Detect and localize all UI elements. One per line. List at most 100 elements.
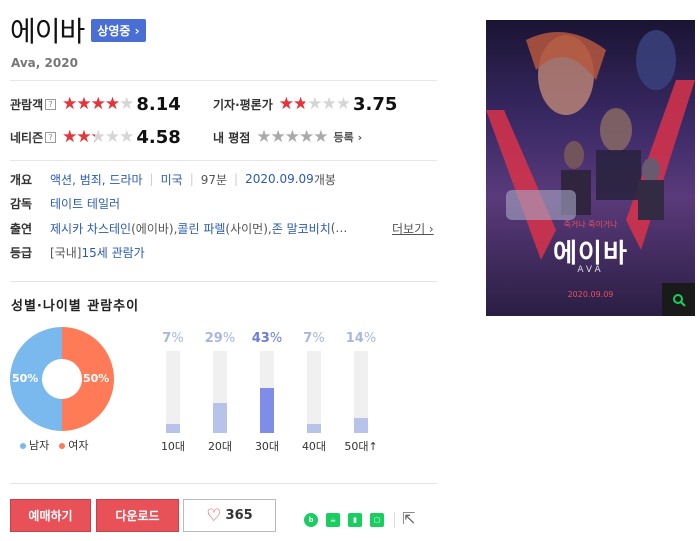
divider <box>10 80 437 81</box>
age-column: 43% 30대 <box>247 331 287 454</box>
director-row: 감독 테이트 테일러 <box>10 194 120 212</box>
release-suffix: 개봉 <box>313 172 336 187</box>
blog-icon[interactable]: b <box>304 513 318 527</box>
age-bar-track <box>354 351 368 433</box>
critic-rating: 기자·평론가 ★★★★★★★★★★ 3.75 <box>213 93 397 115</box>
critic-stars: ★★★★★★★★★★ <box>278 93 351 114</box>
gender-donut-chart: 50% 50% <box>10 327 114 431</box>
female-percent: 50% <box>83 372 110 385</box>
cast-row: 출연 제시카 차스테인 (에이바), 콜린 파렐 (사이먼), 존 말코비치 (… <box>10 219 347 237</box>
register-rating-link[interactable]: 등록 › <box>334 129 363 145</box>
like-count: 365 <box>225 508 253 523</box>
director-label: 감독 <box>10 196 33 211</box>
original-title: Ava, 2020 <box>11 56 78 70</box>
age-label: 50대↑ <box>344 440 378 453</box>
summary-label: 개요 <box>10 172 33 187</box>
release-date-link[interactable]: 2020.09.09 <box>245 172 314 186</box>
age-percent: 43% <box>251 331 283 346</box>
netizen-stars: ★★★★★★★★★★ <box>62 126 134 147</box>
age-percent: 14% <box>345 331 377 346</box>
my-rating-stars[interactable]: ★★★★★ <box>256 128 328 146</box>
age-bar-track <box>213 351 227 433</box>
male-label: 남자 <box>29 439 50 452</box>
divider <box>10 281 437 282</box>
age-percent: 7% <box>162 331 184 346</box>
critic-score: 3.75 <box>352 93 398 115</box>
more-cast-link[interactable]: 더보기 › <box>392 220 434 237</box>
summary-row: 개요 액션, 범죄, 드라마 | 미국 | 97분 | 2020.09.09 개… <box>10 170 336 188</box>
age-column: 29% 20대 <box>200 331 240 454</box>
age-bar-track <box>260 351 274 433</box>
download-button[interactable]: 다운로드 <box>96 499 179 532</box>
memo-icon[interactable]: ▢ <box>370 513 384 527</box>
critic-label: 기자·평론가 <box>213 97 273 112</box>
divider <box>394 512 395 528</box>
age-label: 20대 <box>207 440 233 453</box>
age-column: 7% 10대 <box>153 331 193 454</box>
netizen-score: 4.58 <box>136 126 181 148</box>
help-icon[interactable]: ? <box>45 131 57 143</box>
age-bar <box>213 402 227 433</box>
separator: | <box>149 172 154 186</box>
netizen-label: 네티즌 <box>10 130 44 145</box>
donut-hole <box>42 359 82 399</box>
netizen-rating: 네티즌 ? ★★★★★★★★★★ 4.58 <box>10 126 181 148</box>
like-button[interactable]: ♡ 365 <box>183 499 276 532</box>
movie-poster[interactable]: 죽거나 죽이거나 에이바 AVA 2020.09.09 <box>486 20 695 316</box>
zoom-button[interactable] <box>662 283 695 316</box>
share-icon[interactable]: ⇱ <box>402 509 415 528</box>
age-column: 7% 40대 <box>294 331 334 454</box>
status-badge[interactable]: 상영중 › <box>91 18 146 42</box>
rating-prefix: [국내] <box>50 245 82 260</box>
my-rating-label: 내 평점 <box>213 130 251 145</box>
cast-link[interactable]: 존 말코비치 <box>272 220 331 237</box>
audience-score: 8.14 <box>136 93 181 115</box>
divider <box>10 483 437 484</box>
female-label: 여자 <box>68 439 89 452</box>
gender-legend: 남자 여자 <box>20 437 89 453</box>
cast-role: (… <box>330 221 348 235</box>
age-bar <box>354 418 368 433</box>
age-label: 40대 <box>301 440 327 453</box>
demographics-title: 성별·나이별 관람추이 <box>11 299 140 314</box>
legend-male: 남자 <box>20 437 49 453</box>
age-column: 14% 50대↑ <box>341 331 381 454</box>
age-percent: 29% <box>204 331 236 346</box>
cast-label: 출연 <box>10 221 33 236</box>
age-bar <box>166 424 180 433</box>
rating-row: 등급 [국내] 15세 관람가 <box>10 243 145 261</box>
poster-tagline: 죽거나 죽이거나 <box>563 220 618 229</box>
age-bar <box>260 388 274 433</box>
cafe-icon[interactable]: ☕ <box>326 513 340 527</box>
separator: | <box>234 172 239 186</box>
bookmark-icon[interactable]: ▮ <box>348 513 362 527</box>
cast-role: (사이먼), <box>225 221 272 236</box>
cast-link[interactable]: 제시카 차스테인 <box>50 220 131 237</box>
movie-title: 에이바 <box>10 15 85 48</box>
country-link[interactable]: 미국 <box>161 171 183 188</box>
male-percent: 50% <box>12 372 39 385</box>
director-link[interactable]: 테이트 테일러 <box>50 195 120 212</box>
age-bar <box>307 424 321 433</box>
rating-label: 등급 <box>10 245 33 260</box>
help-icon[interactable]: ? <box>45 98 57 110</box>
divider <box>10 160 437 161</box>
cast-link[interactable]: 콜린 파렐 <box>177 220 225 237</box>
age-label: 10대 <box>160 440 186 453</box>
runtime: 97분 <box>200 172 228 187</box>
audience-stars: ★★★★★★★★★★ <box>62 93 134 114</box>
heart-icon: ♡ <box>206 505 222 526</box>
title-row: 에이바 상영중 › <box>10 10 146 50</box>
poster-subtitle: AVA <box>577 265 604 275</box>
genre-link[interactable]: 액션, 범죄, 드라마 <box>50 171 143 188</box>
separator: | <box>189 172 194 186</box>
age-bar-track <box>307 351 321 433</box>
audience-label: 관람객 <box>10 97 44 112</box>
age-percent: 7% <box>303 331 325 346</box>
audience-rating: 관람객 ? ★★★★★★★★★★ 8.14 <box>10 93 181 115</box>
legend-female: 여자 <box>59 437 89 453</box>
age-bar-track <box>166 351 180 433</box>
rating-link[interactable]: 15세 관람가 <box>81 244 144 261</box>
search-icon <box>672 293 686 307</box>
reserve-button[interactable]: 예매하기 <box>10 499 91 532</box>
